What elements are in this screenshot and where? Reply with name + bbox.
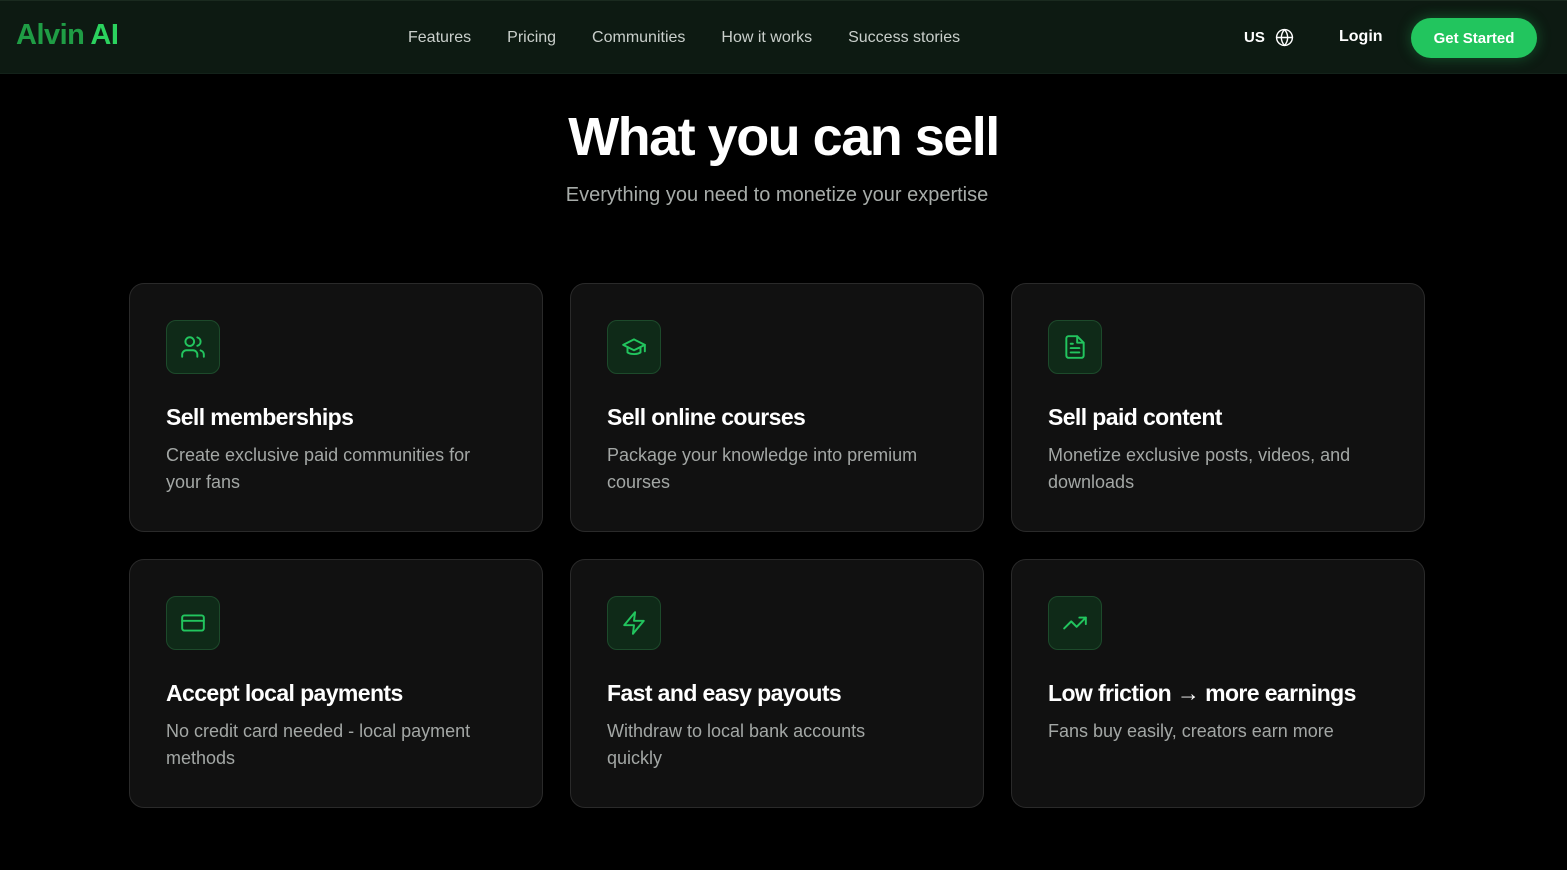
nav-link-features[interactable]: Features <box>390 29 489 47</box>
feature-title: Accept local payments <box>166 680 403 706</box>
feature-card: Low friction → more earnings Fans buy ea… <box>1011 559 1425 808</box>
section-title: What you can sell <box>568 107 1000 167</box>
feature-description: Create exclusive paid communities for yo… <box>166 445 471 492</box>
credit-card-icon <box>181 614 205 632</box>
feature-card: Fast and easy payouts Withdraw to local … <box>570 559 984 808</box>
feature-card: Sell paid content Monetize exclusive pos… <box>1011 283 1425 532</box>
lightning-icon <box>623 611 645 635</box>
trending-up-icon <box>1063 616 1087 630</box>
feature-title: Sell memberships <box>166 404 354 430</box>
users-icon <box>181 336 205 358</box>
feature-icon-box <box>166 596 220 650</box>
nav-link-how-it-works[interactable]: How it works <box>703 29 830 47</box>
feature-description: Fans buy easily, creators earn more <box>1048 721 1334 741</box>
top-navbar: Alvin AI Features Pricing Communities How… <box>0 0 1567 74</box>
feature-icon-box <box>166 320 220 374</box>
feature-title: Fast and easy payouts <box>607 680 842 706</box>
feature-title: Sell paid content <box>1048 404 1222 430</box>
feature-grid: Sell memberships Create exclusive paid c… <box>129 283 1425 808</box>
nav-link-success-stories[interactable]: Success stories <box>830 29 978 47</box>
feature-icon-box <box>1048 596 1102 650</box>
main-nav: Features Pricing Communities How it work… <box>390 1 978 75</box>
logo[interactable]: Alvin AI <box>16 19 119 52</box>
logo-wordmark: Alvin <box>16 19 85 51</box>
file-text-icon <box>1065 335 1085 359</box>
feature-card: Sell memberships Create exclusive paid c… <box>129 283 543 532</box>
get-started-button[interactable]: Get Started <box>1411 18 1537 58</box>
login-link[interactable]: Login <box>1339 28 1383 46</box>
nav-link-communities[interactable]: Communities <box>574 29 703 47</box>
feature-description: Package your knowledge into premium cour… <box>607 445 918 492</box>
logo-ai-mark: AI <box>90 19 119 51</box>
feature-description: No credit card needed - local payment me… <box>166 721 471 768</box>
nav-link-pricing[interactable]: Pricing <box>489 29 574 47</box>
feature-card: Accept local payments No credit card nee… <box>129 559 543 808</box>
locale-code: US <box>1244 29 1265 46</box>
feature-card: Sell online courses Package your knowled… <box>570 283 984 532</box>
feature-description: Monetize exclusive posts, videos, and do… <box>1048 445 1351 492</box>
globe-icon <box>1275 28 1293 47</box>
feature-icon-box <box>607 596 661 650</box>
feature-icon-box <box>1048 320 1102 374</box>
feature-icon-box <box>607 320 661 374</box>
section-subtitle: Everything you need to monetize your exp… <box>565 184 989 206</box>
feature-description: Withdraw to local bank accounts quickly <box>607 721 866 768</box>
locale-switcher[interactable]: US <box>1244 28 1294 47</box>
graduation-cap-icon <box>622 338 646 356</box>
feature-title: Sell online courses <box>607 404 806 430</box>
feature-title: Low friction → more earnings <box>1048 680 1356 706</box>
